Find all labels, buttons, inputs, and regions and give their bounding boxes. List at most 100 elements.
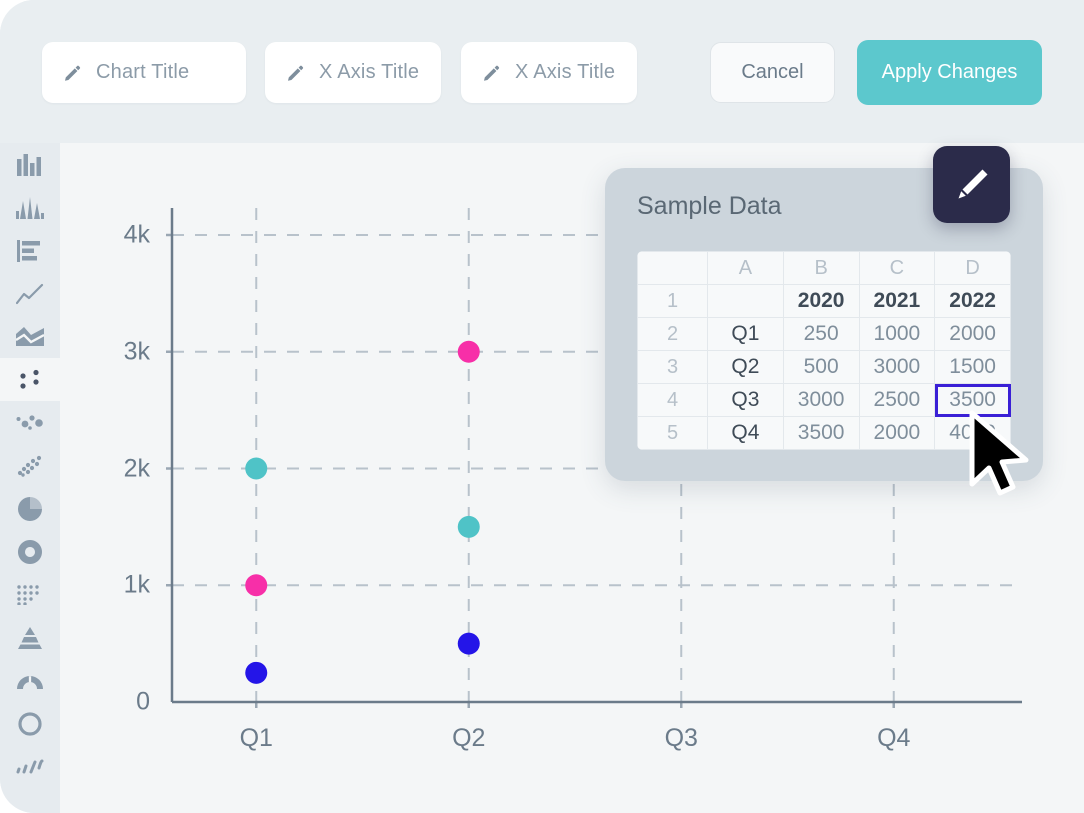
table-body: 1 2020 2021 2022 2 Q1 250 1000 2000 3 Q2 500 3000 150… [637,284,1011,450]
x-tick-label: Q4 [877,724,911,752]
apply-changes-button[interactable]: Apply Changes [857,40,1042,105]
data-point[interactable] [245,661,268,684]
y-tick-label: 4k [123,220,150,249]
line-chart-icon [16,283,44,304]
y-tick-label: 3k [123,337,150,366]
bar-chart-icon [17,153,41,176]
sidebar-item-pyramid-chart[interactable] [0,616,60,659]
table-cell[interactable]: 4000 [934,416,1011,450]
data-point[interactable] [457,340,480,363]
table-cell[interactable]: 2000 [934,317,1011,351]
chart-type-sidebar [0,143,60,813]
row-number[interactable]: 5 [637,416,708,450]
table-row: 5 Q4 3500 2000 4000 [637,416,1011,450]
sidebar-item-sparkline[interactable] [0,745,60,788]
apply-changes-label: Apply Changes [881,61,1018,83]
table-cell[interactable]: 500 [782,350,860,384]
row-number[interactable]: 2 [637,317,708,351]
x-tick-label: Q3 [664,724,698,752]
donut-chart-icon [17,539,42,564]
column-header-d[interactable]: D [934,251,1011,285]
table-cell[interactable]: Q2 [707,350,784,384]
row-number[interactable]: 4 [637,383,708,417]
area-chart-icon [16,326,44,346]
table-cell[interactable]: 2000 [858,416,936,450]
table-row: 4 Q3 3000 2500 3500 [637,383,1011,417]
chart-editor-app: Chart Title X Axis Title X Axis Title Ca… [0,0,1084,813]
table-row: 2 Q1 250 1000 2000 [637,317,1011,351]
data-grid: ABCD 1 2020 2021 2022 2 Q1 250 1000 2000 3 Q2 500 30… [637,251,1011,450]
sidebar-item-area-chart[interactable] [0,315,60,358]
chart-title-button[interactable]: Chart Title [42,42,246,103]
table-cell[interactable]: Q1 [707,317,784,351]
table-row: 1 2020 2021 2022 [637,284,1011,318]
column-header-b[interactable]: B [782,251,860,285]
data-point[interactable] [245,457,268,480]
cancel-label: Cancel [741,61,804,83]
scatter-plot-icon [20,369,39,389]
table-cell[interactable]: 3000 [858,350,936,384]
edit-data-button[interactable] [933,146,1010,223]
sidebar-item-bubble-chart[interactable] [0,401,60,444]
waffle-grid-icon [17,584,39,605]
x-axis-title-label-1: X Axis Title [319,61,420,83]
x-axis-title-button-2[interactable]: X Axis Title [461,42,637,103]
pencil-icon [484,65,500,81]
pencil-icon [65,65,81,81]
table-cell[interactable]: 2021 [858,284,936,318]
table-cell[interactable]: 1000 [858,317,936,351]
table-cell[interactable]: 3500 [782,416,860,450]
sidebar-item-ring-chart[interactable] [0,702,60,745]
pyramid-chart-icon [18,626,42,649]
sidebar-item-bar-chart[interactable] [0,143,60,186]
sidebar-item-donut-chart[interactable] [0,530,60,573]
sample-data-panel: Sample Data ABCD 1 2020 2021 2022 2 Q1 250 1000… [605,146,1043,481]
sidebar-item-column-spike[interactable] [0,186,60,229]
data-point[interactable] [457,632,480,655]
sidebar-item-horizontal-bar[interactable] [0,229,60,272]
table-cell[interactable]: 3000 [782,383,860,417]
table-cell[interactable]: 2020 [782,284,860,318]
y-tick-label: 1k [123,570,150,599]
bubble-chart-icon [16,414,43,430]
cancel-button[interactable]: Cancel [710,42,835,103]
data-point[interactable] [245,574,268,597]
data-table: ABCD 1 2020 2021 2022 2 Q1 250 1000 2000 3 Q2 500 30… [637,251,1011,450]
x-tick-label: Q2 [452,724,486,752]
ring-chart-icon [18,711,42,736]
data-point[interactable] [457,515,480,538]
column-header-c[interactable]: C [858,251,936,285]
sidebar-item-gauge-chart[interactable] [0,659,60,702]
sidebar-item-dot-density[interactable] [0,444,60,487]
table-cell[interactable]: Q4 [707,416,784,450]
column-spike-icon [16,196,44,219]
row-number[interactable]: 3 [637,350,708,384]
table-header-row: ABCD [637,251,1011,285]
table-row: 3 Q2 500 3000 1500 [637,350,1011,384]
sparkline-icon [16,759,44,773]
sidebar-item-pie-chart[interactable] [0,487,60,530]
pie-chart-icon [18,496,42,521]
chart-title-label: Chart Title [96,61,190,83]
column-header-a[interactable]: A [707,251,784,285]
y-tick-label: 2k [123,454,150,482]
sidebar-item-line-chart[interactable] [0,272,60,315]
panel-title: Sample Data [637,192,782,220]
table-cell[interactable]: 3500 [934,383,1011,417]
table-cell[interactable]: 2022 [934,284,1011,318]
table-cell[interactable]: 1500 [934,350,1011,384]
table-cell[interactable] [707,284,784,318]
row-number[interactable]: 1 [637,284,708,318]
data-points [245,340,480,684]
table-cell[interactable]: 250 [782,317,860,351]
corner-cell[interactable] [637,251,708,285]
pencil-icon [288,65,304,81]
table-cell[interactable]: 2500 [858,383,936,417]
x-axis-title-label-2: X Axis Title [515,61,616,83]
toolbar: Chart Title X Axis Title X Axis Title Ca… [0,0,1084,143]
sidebar-item-scatter-plot[interactable] [0,358,60,401]
y-tick-label: 0 [136,687,150,716]
sidebar-item-waffle-grid[interactable] [0,573,60,616]
x-axis-title-button-1[interactable]: X Axis Title [265,42,441,103]
table-cell[interactable]: Q3 [707,383,784,417]
